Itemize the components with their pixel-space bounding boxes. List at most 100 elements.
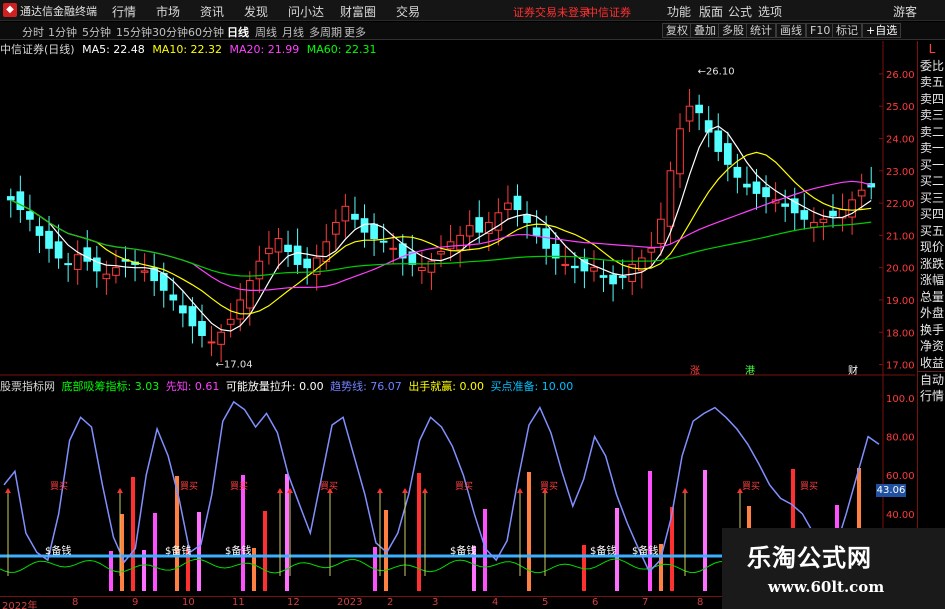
tool-multi-stock[interactable]: 多股: [718, 23, 748, 38]
guest-label[interactable]: 游客: [893, 3, 917, 20]
candle-body: [465, 225, 474, 237]
tool-stats[interactable]: 统计: [746, 23, 776, 38]
side-item[interactable]: 委比: [918, 58, 945, 75]
period-intraday[interactable]: 分时: [22, 24, 44, 40]
ind-buy-ready: 买点准备: 10.00: [490, 380, 574, 393]
menu-wealth[interactable]: 财富圈: [340, 3, 376, 20]
menu-news[interactable]: 资讯: [200, 3, 224, 20]
side-item[interactable]: 卖五: [918, 74, 945, 91]
indicator-bar: [153, 513, 157, 591]
indicator-tick-label: 40.00: [886, 510, 915, 521]
ma-info-line: 中信证券(日线) MA5: 22.48 MA10: 22.32 MA20: 21…: [0, 41, 380, 56]
indicator-bar: [417, 473, 421, 591]
tool-draw[interactable]: 画线: [776, 23, 806, 38]
menu-market[interactable]: 市场: [156, 3, 180, 20]
login-notice[interactable]: 证券交易未登录: [513, 4, 590, 20]
menu-ask[interactable]: 问小达: [288, 3, 324, 20]
money-label: $备钱: [165, 544, 191, 557]
up-arrow-icon: [402, 488, 408, 493]
period-1min[interactable]: 1分钟: [48, 24, 77, 40]
candle-body: [714, 130, 723, 152]
period-60min[interactable]: 60分钟: [188, 24, 224, 40]
candle-body: [217, 331, 225, 345]
period-multi[interactable]: 多周期: [309, 24, 342, 40]
indicator-name: 股票指标网: [0, 380, 55, 393]
side-item[interactable]: 买二: [918, 173, 945, 190]
menu-quotes[interactable]: 行情: [112, 3, 136, 20]
side-item[interactable]: 自动: [918, 371, 945, 388]
side-item[interactable]: 卖一: [918, 140, 945, 157]
tool-f10[interactable]: F10: [806, 23, 835, 38]
candle-body: [513, 195, 522, 211]
menu-function[interactable]: 功能: [667, 3, 691, 20]
side-item[interactable]: 卖二: [918, 124, 945, 141]
side-item[interactable]: 买四: [918, 206, 945, 223]
side-item[interactable]: L: [918, 41, 945, 58]
candle-body: [83, 247, 92, 262]
date-tick: 2: [387, 597, 394, 608]
side-item[interactable]: 卖四: [918, 91, 945, 108]
side-item[interactable]: 收益: [918, 355, 945, 372]
period-30min[interactable]: 30分钟: [152, 24, 188, 40]
indicator-bar: [527, 472, 531, 591]
date-tick: 6: [592, 597, 599, 608]
side-item[interactable]: 买五: [918, 223, 945, 240]
side-item[interactable]: 卖三: [918, 107, 945, 124]
side-item[interactable]: 买一: [918, 157, 945, 174]
tool-add-watchlist[interactable]: +自选: [862, 23, 902, 38]
side-item[interactable]: 换手: [918, 322, 945, 339]
menu-discover[interactable]: 发现: [244, 3, 268, 20]
event-marker: 涨: [690, 365, 700, 376]
candle-body: [73, 254, 82, 270]
side-item[interactable]: 总量: [918, 289, 945, 306]
period-15min[interactable]: 15分钟: [116, 24, 152, 40]
up-arrow-icon: [422, 488, 428, 493]
price-tick-label: 21.00: [886, 231, 915, 242]
candle-body: [169, 294, 178, 301]
side-item[interactable]: 现价: [918, 239, 945, 256]
side-item[interactable]: 外盘: [918, 305, 945, 322]
buy-signal-label: 買买: [230, 481, 248, 492]
tool-mark[interactable]: 标记: [832, 23, 862, 38]
period-monthly[interactable]: 月线: [282, 24, 304, 40]
candle-body: [370, 223, 378, 240]
candle-body: [226, 318, 235, 325]
tool-overlay[interactable]: 叠加: [690, 23, 720, 38]
period-5min[interactable]: 5分钟: [82, 24, 111, 40]
candle-body: [188, 306, 197, 327]
menu-layout[interactable]: 版面: [699, 3, 723, 20]
side-item[interactable]: 涨幅: [918, 272, 945, 289]
date-tick: 12: [287, 597, 300, 608]
low-price-label: ←17.04: [216, 359, 253, 370]
price-tick-label: 25.00: [886, 102, 915, 113]
ma10-value: MA10: 22.32: [152, 43, 223, 56]
date-tick: 8: [72, 597, 79, 608]
event-marker: 港: [745, 365, 755, 376]
kline-chart[interactable]: ←26.10 ←17.04 涨 港 财 26.00 25.00 24.00 23.00 22.00…: [0, 41, 915, 376]
date-tick: 8: [697, 597, 704, 608]
candle-body: [542, 228, 551, 249]
tool-adjust[interactable]: 复权: [662, 23, 692, 38]
side-item[interactable]: 涨跌: [918, 256, 945, 273]
indicator-current-value: 43.06: [876, 484, 906, 497]
money-label: $备钱: [632, 544, 658, 557]
candle-body: [341, 205, 350, 222]
candle-body: [265, 247, 273, 255]
candle-body: [64, 263, 72, 266]
period-weekly[interactable]: 周线: [255, 24, 277, 40]
candle-body: [752, 181, 761, 194]
menu-trade[interactable]: 交易: [396, 3, 420, 20]
menu-formula[interactable]: 公式: [728, 3, 752, 20]
candle-body: [207, 341, 216, 344]
menu-options[interactable]: 选项: [758, 3, 782, 20]
period-daily[interactable]: 日线: [227, 24, 249, 40]
side-item[interactable]: 行情: [918, 388, 945, 405]
side-item[interactable]: 净资: [918, 338, 945, 355]
candle-body: [819, 218, 828, 224]
candle-body: [389, 247, 398, 250]
side-item[interactable]: 买三: [918, 190, 945, 207]
buy-signal-label: 買买: [50, 481, 68, 492]
candle-body: [274, 238, 283, 253]
period-more[interactable]: 更多: [344, 24, 366, 40]
candle-body: [695, 104, 703, 114]
